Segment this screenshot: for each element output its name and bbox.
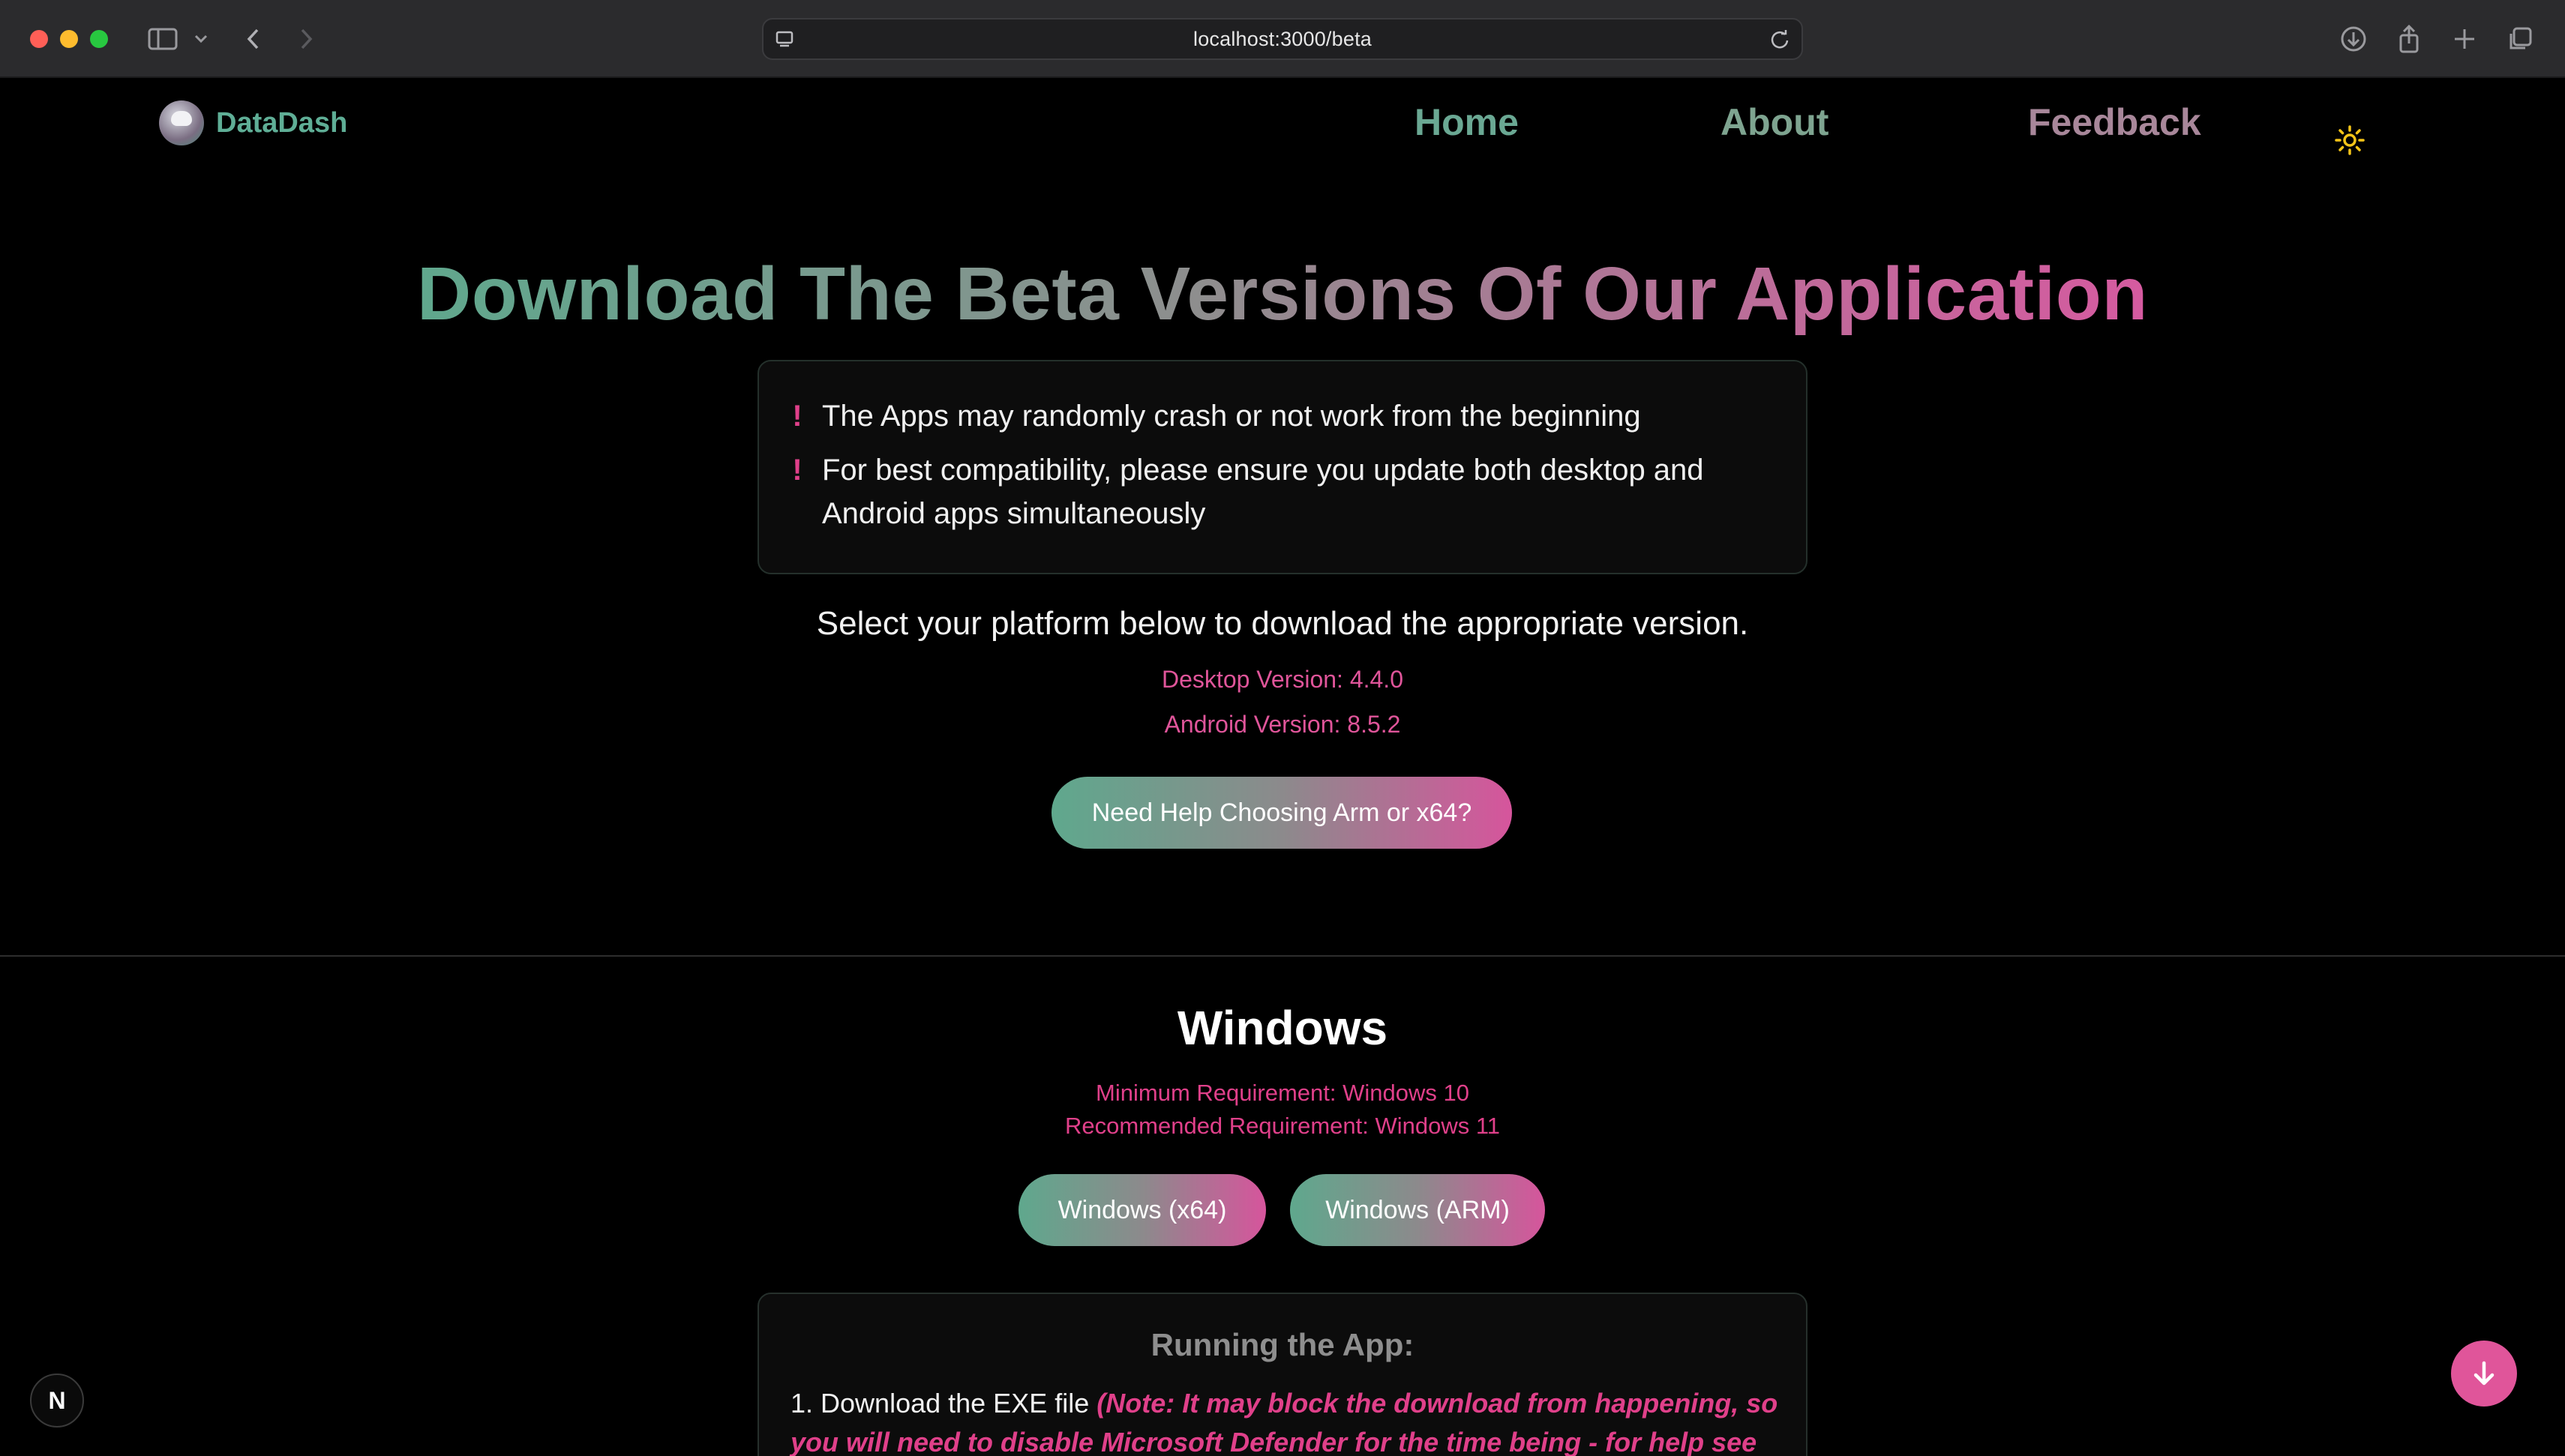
running-app-box: Running the App: 1. Download the EXE fil… — [758, 1293, 1808, 1456]
nav-link-feedback[interactable]: Feedback — [2028, 100, 2201, 144]
desktop-version-text: Desktop Version: 4.4.0 — [1162, 666, 1403, 693]
download-windows-x64-button[interactable]: Windows (x64) — [1018, 1174, 1266, 1246]
scroll-down-button[interactable] — [2451, 1341, 2517, 1407]
chevron-down-icon[interactable] — [192, 22, 210, 55]
reload-icon[interactable] — [1768, 28, 1791, 55]
min-requirement-text: Minimum Requirement: Windows 10 — [1096, 1080, 1469, 1106]
new-tab-icon[interactable] — [2450, 22, 2480, 55]
section-divider — [0, 955, 2565, 957]
windows-section-title: Windows — [1177, 1001, 1388, 1055]
warning-item: ! For best compatibility, please ensure … — [789, 448, 1776, 535]
nav-link-home[interactable]: Home — [1414, 100, 1519, 144]
tab-overview-icon[interactable] — [2505, 22, 2535, 55]
sidebar-toggle-icon[interactable] — [147, 22, 178, 55]
help-choosing-arch-button[interactable]: Need Help Choosing Arm or x64? — [1052, 777, 1512, 849]
warning-text: For best compatibility, please ensure yo… — [822, 454, 1704, 530]
warning-box: ! The Apps may randomly crash or not wor… — [758, 360, 1808, 574]
page-content: DataDash Home About Feedback Download Th… — [0, 78, 2565, 1456]
maximize-window-button[interactable] — [90, 30, 108, 48]
page-title: Download The Beta Versions Of Our Applic… — [409, 249, 2156, 339]
exclamation-icon: ! — [792, 400, 802, 433]
url-text: localhost:3000/beta — [1193, 28, 1372, 50]
exclamation-icon: ! — [792, 454, 802, 487]
address-bar[interactable]: localhost:3000/beta — [762, 18, 1803, 60]
theme-toggle-sun-icon[interactable] — [2334, 124, 2366, 156]
recommended-requirement-text: Recommended Requirement: Windows 11 — [1064, 1113, 1501, 1139]
warning-text: The Apps may randomly crash or not work … — [822, 400, 1641, 433]
close-window-button[interactable] — [30, 30, 48, 48]
share-icon[interactable] — [2394, 22, 2424, 55]
warning-item: ! The Apps may randomly crash or not wor… — [789, 394, 1776, 438]
forward-icon[interactable] — [294, 22, 318, 55]
downloads-icon[interactable] — [2338, 22, 2368, 55]
android-version-text: Android Version: 8.5.2 — [1164, 711, 1401, 738]
window-controls — [30, 30, 108, 48]
nextjs-dev-badge[interactable]: N — [30, 1374, 84, 1428]
arrow-down-icon — [2474, 1361, 2494, 1386]
minimize-window-button[interactable] — [60, 30, 78, 48]
browser-toolbar: localhost:3000/beta — [0, 0, 2565, 78]
download-windows-arm-button[interactable]: Windows (ARM) — [1290, 1174, 1545, 1246]
platform-instructions: Select your platform below to download t… — [816, 605, 1749, 642]
back-icon[interactable] — [242, 22, 266, 55]
step-text: 1. Download the EXE file — [790, 1388, 1097, 1419]
running-app-title: Running the App: — [1150, 1327, 1414, 1362]
top-nav: Home About Feedback — [0, 94, 2565, 156]
nav-link-about[interactable]: About — [1720, 100, 1828, 144]
instruction-step: 1. Download the EXE file (Note: It may b… — [790, 1384, 1780, 1456]
